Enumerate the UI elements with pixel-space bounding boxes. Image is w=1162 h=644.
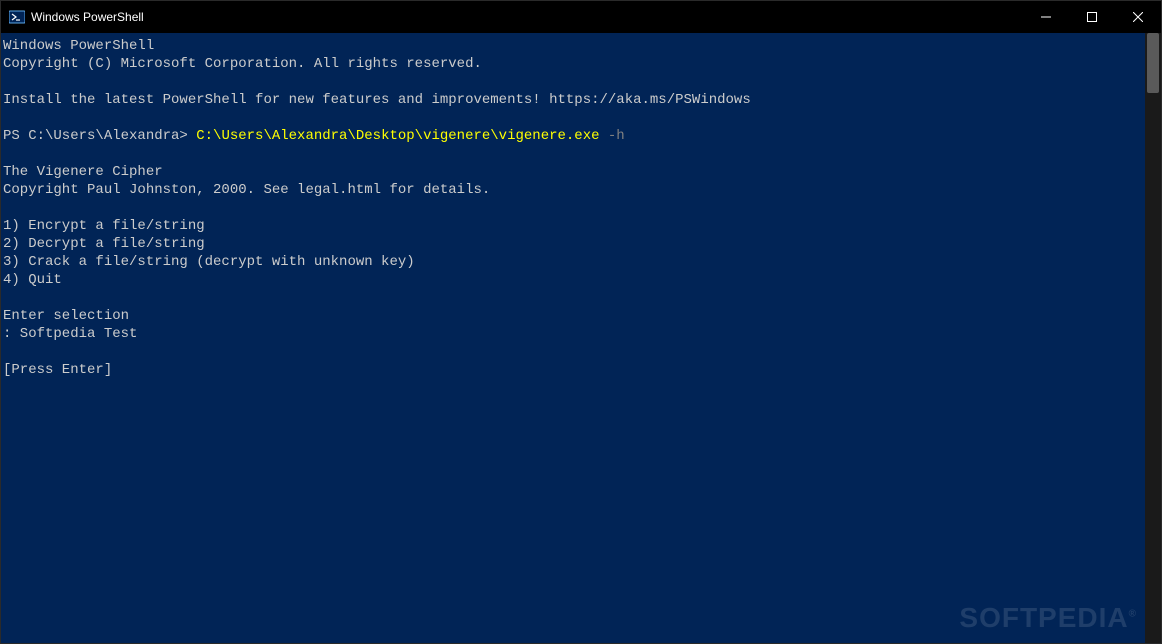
terminal-area: Windows PowerShellCopyright (C) Microsof… xyxy=(1,33,1161,643)
scrollbar[interactable] xyxy=(1145,33,1161,643)
output-line xyxy=(3,73,1143,91)
terminal-content[interactable]: Windows PowerShellCopyright (C) Microsof… xyxy=(1,33,1145,643)
input-line: : Softpedia Test xyxy=(3,325,1143,343)
scrollbar-thumb[interactable] xyxy=(1147,33,1159,93)
output-line xyxy=(3,343,1143,361)
window-controls xyxy=(1023,1,1161,33)
output-line xyxy=(3,109,1143,127)
output-line: Install the latest PowerShell for new fe… xyxy=(3,91,1143,109)
titlebar[interactable]: Windows PowerShell xyxy=(1,1,1161,33)
output-line xyxy=(3,145,1143,163)
prompt-line: PS C:\Users\Alexandra> C:\Users\Alexandr… xyxy=(3,127,1143,145)
output-line: Copyright (C) Microsoft Corporation. All… xyxy=(3,55,1143,73)
powershell-icon xyxy=(9,9,25,25)
menu-option: 3) Crack a file/string (decrypt with unk… xyxy=(3,253,1143,271)
menu-option: 4) Quit xyxy=(3,271,1143,289)
menu-option: 2) Decrypt a file/string xyxy=(3,235,1143,253)
output-line: The Vigenere Cipher xyxy=(3,163,1143,181)
output-line xyxy=(3,199,1143,217)
close-button[interactable] xyxy=(1115,1,1161,33)
output-line: Enter selection xyxy=(3,307,1143,325)
maximize-button[interactable] xyxy=(1069,1,1115,33)
prompt: PS C:\Users\Alexandra> xyxy=(3,128,196,144)
menu-option: 1) Encrypt a file/string xyxy=(3,217,1143,235)
powershell-window: Windows PowerShell Windows PowerShellCop… xyxy=(0,0,1162,644)
output-line: Copyright Paul Johnston, 2000. See legal… xyxy=(3,181,1143,199)
command-path: C:\Users\Alexandra\Desktop\vigenere\vige… xyxy=(196,128,599,144)
window-title: Windows PowerShell xyxy=(31,10,1023,24)
output-line: [Press Enter] xyxy=(3,361,1143,379)
command-flag: -h xyxy=(600,128,625,144)
output-line: Windows PowerShell xyxy=(3,37,1143,55)
output-line xyxy=(3,289,1143,307)
minimize-button[interactable] xyxy=(1023,1,1069,33)
